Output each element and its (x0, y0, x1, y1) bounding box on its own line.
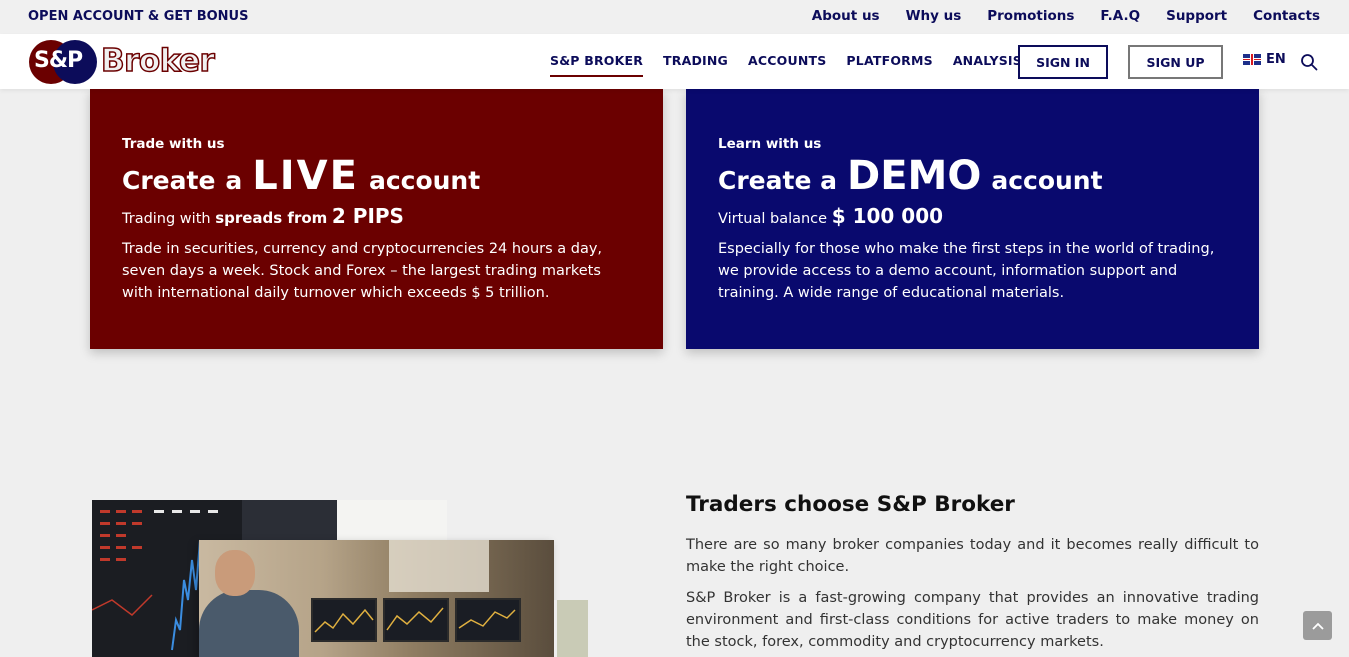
demo-account-card[interactable]: Learn with us Create a DEMO account Virtua… (686, 89, 1259, 349)
live-sub-bold: spreads from (215, 209, 328, 227)
demo-headline-post: account (991, 166, 1103, 195)
trader-photo (199, 540, 554, 657)
trading-illustration (92, 500, 592, 657)
why-choose-section: Traders choose S&P Broker There are so m… (686, 492, 1259, 657)
live-headline-pre: Create (122, 166, 216, 195)
uk-flag-icon (1243, 54, 1261, 65)
nav-item-sp-broker[interactable]: S&P BROKER (550, 53, 644, 77)
nav-item-analysis[interactable]: ANALYSIS (953, 53, 1022, 77)
live-sub-emphasis: 2 PIPS (331, 204, 404, 228)
demo-card-description: Especially for those who make the first … (718, 241, 1215, 301)
nav-item-accounts[interactable]: ACCOUNTS (748, 53, 826, 77)
live-sub-pre: Trading with (122, 211, 211, 227)
sign-up-button[interactable]: SIGN UP (1128, 45, 1223, 79)
banknotes-image (554, 600, 588, 657)
top-link-why-us[interactable]: Why us (906, 8, 962, 24)
search-icon[interactable] (1300, 53, 1318, 71)
live-account-card[interactable]: Trade with us Create a LIVE account Trading… (90, 89, 663, 349)
top-link-promotions[interactable]: Promotions (987, 8, 1074, 24)
logo-wordmark: Broker (100, 42, 215, 80)
sign-in-button[interactable]: SIGN IN (1018, 45, 1108, 79)
chevron-up-icon (1311, 622, 1324, 630)
top-links: About us Why us Promotions F.A.Q Support… (812, 8, 1320, 24)
top-link-support[interactable]: Support (1166, 8, 1227, 24)
logo-badge: S&P (29, 38, 99, 84)
demo-headline-pre: Create a (718, 166, 837, 195)
nav-item-trading[interactable]: TRADING (663, 53, 728, 77)
logo[interactable]: S&P Broker (29, 38, 239, 84)
nav-item-platforms[interactable]: PLATFORMS (846, 53, 932, 77)
demo-sub-emphasis: $ 100 000 (831, 204, 944, 228)
demo-card-headline: Create a DEMO account (718, 156, 1227, 199)
white-screen-image (337, 500, 447, 545)
top-link-faq[interactable]: F.A.Q (1100, 8, 1140, 24)
top-link-about-us[interactable]: About us (812, 8, 880, 24)
main-navbar: S&P Broker S&P BROKER TRADING ACCOUNTS P… (0, 34, 1349, 89)
back-to-top-button[interactable] (1303, 611, 1332, 640)
main-nav: S&P BROKER TRADING ACCOUNTS PLATFORMS AN… (550, 53, 1022, 77)
live-headline-mid: a (225, 166, 243, 195)
demo-card-subline: Virtual balance $ 100 000 (718, 204, 1227, 228)
live-card-eyebrow: Trade with us (122, 136, 225, 152)
language-selector[interactable]: EN (1243, 52, 1286, 67)
demo-headline-big: DEMO (846, 153, 982, 199)
top-link-contacts[interactable]: Contacts (1253, 8, 1320, 24)
demo-sub-pre: Virtual balance (718, 211, 828, 227)
why-paragraph-1: There are so many broker companies today… (686, 537, 1259, 575)
live-headline-post: account (368, 166, 481, 195)
why-title: Traders choose S&P Broker (686, 492, 1015, 517)
demo-card-eyebrow: Learn with us (718, 136, 822, 152)
open-account-bonus-link[interactable]: OPEN ACCOUNT & GET BONUS (28, 9, 248, 24)
live-card-headline: Create a LIVE account (122, 156, 631, 199)
top-bar: OPEN ACCOUNT & GET BONUS About us Why us… (0, 0, 1349, 34)
live-card-subline: Trading with spreads from 2 PIPS (122, 204, 631, 228)
live-headline-big: LIVE (252, 153, 359, 199)
logo-badge-text: S&P (34, 48, 83, 73)
live-card-description: Trade in securities, currency and crypto… (122, 241, 603, 301)
language-code: EN (1266, 52, 1286, 67)
why-paragraph-2: S&P Broker is a fast-growing company tha… (686, 590, 1259, 650)
